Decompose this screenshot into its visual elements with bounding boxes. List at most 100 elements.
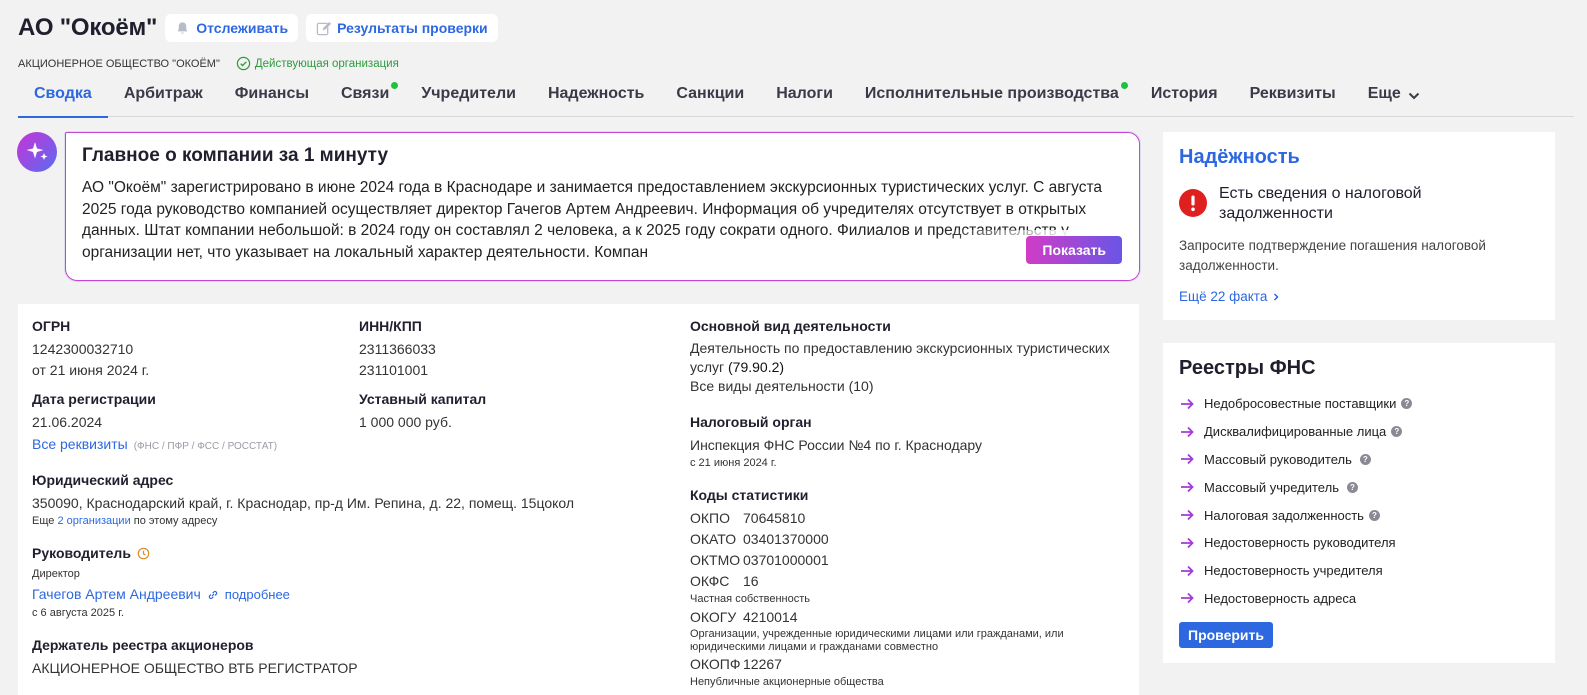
company-subheader: АКЦИОНЕРНОЕ ОБЩЕСТВО "ОКОЁМ" Действующая… [18,56,399,71]
help-icon[interactable]: ? [1368,509,1380,521]
bell-icon [177,21,188,34]
tax-office: Инспекция ФНС России №4 по г. Краснодару [690,437,983,453]
list-item: Недостоверность руководителя [1179,529,1539,557]
code-okato: ОКАТО 03401370000 [690,531,829,547]
tab-requisites[interactable]: Реквизиты [1234,80,1352,117]
tab-finance[interactable]: Финансы [219,80,325,117]
tab-summary[interactable]: Сводка [18,80,108,118]
help-icon[interactable]: ? [1346,481,1358,493]
check-circle-icon [236,56,251,71]
chevron-down-icon [1408,92,1419,100]
tab-enforcement[interactable]: Исполнительные производства [849,80,1135,117]
tab-history[interactable]: История [1135,80,1234,117]
head-row: Гачегов Артем Андреевич подробнее [32,584,290,605]
tab-connections-label: Связи [341,85,390,102]
all-requisites-link[interactable]: Все реквизиты [32,436,128,452]
help-icon[interactable]: ? [1359,453,1371,465]
address-value: 350090, Краснодарский край, г. Краснодар… [32,495,575,511]
head-name-link[interactable]: Гачегов Артем Андреевич [32,584,201,605]
help-icon[interactable]: ? [1391,426,1403,438]
show-more-button[interactable]: Показать [1026,236,1122,264]
warning-row: Есть сведения о налоговой задолженности [1179,184,1539,224]
tab-more[interactable]: Еще [1352,80,1437,117]
track-button-label: Отслеживать [196,20,289,36]
list-item: Недостоверность адреса [1179,585,1539,613]
all-requisites: Все реквизиты (ФНС / ПФР / ФСС / РОССТАТ) [32,434,277,457]
inn-value: 2311366033 [359,341,436,357]
warning-icon [1179,189,1207,217]
registry-label: Недостоверность учредителя [1204,563,1383,579]
activity-code: (79.90.2) [728,359,785,375]
track-button[interactable]: Отслеживать [165,14,299,42]
ai-avatar [17,132,57,172]
tab-taxes[interactable]: Налоги [760,80,849,117]
page-header: АО "Окоём" Отслеживать Результаты провер… [18,14,498,42]
arrow-right-icon [1181,482,1194,493]
link-icon [208,590,218,599]
inn-label: ИНН/КПП [359,318,422,334]
fns-registry-list: Недобросовестные поставщики? Дисквалифиц… [1179,390,1539,612]
arrow-right-icon [1181,509,1194,521]
list-item: Недобросовестные поставщики? [1179,390,1539,418]
arrow-right-icon [1181,426,1194,437]
clock-icon[interactable] [137,547,150,560]
code-okfs-desc: Частная собственность [690,593,811,605]
head-label: Руководитель [32,545,131,561]
status-badge: Действующая организация [236,56,399,71]
registrar-link[interactable]: АКЦИОНЕРНОЕ ОБЩЕСТВО ВТБ РЕГИСТРАТОР [32,658,358,679]
ai-summary-panel: Главное о компании за 1 минуту АО "Окоём… [65,132,1140,281]
list-item: Налоговая задолженность? [1179,501,1539,529]
head-more-link[interactable]: подробнее [225,584,290,605]
reliability-title[interactable]: Надёжность [1179,146,1539,169]
registry-label: Дисквалифицированные лица [1204,424,1387,440]
check-results-button[interactable]: Результаты проверки [306,14,498,42]
tab-reliability[interactable]: Надежность [532,80,660,117]
address-note-post: по этому адресу [133,515,218,527]
tab-connections[interactable]: Связи [325,80,405,117]
code-okogu-desc: Организации, учрежденные юридическими ли… [690,628,1064,653]
arrow-right-icon [1181,565,1194,576]
head-position: Директор [32,568,80,580]
registry-label: Налоговая задолженность [1204,507,1364,523]
requisites-sources: (ФНС / ПФР / ФСС / РОССТАТ) [133,441,278,452]
tab-arbitration[interactable]: Арбитраж [108,80,219,117]
list-item: Массовый учредитель? [1179,473,1539,501]
registry-label: Недобросовестные поставщики [1204,396,1397,412]
head-section: Руководитель [32,545,150,561]
list-item: Дисквалифицированные лица? [1179,418,1539,446]
check-results-label: Результаты проверки [337,20,488,36]
help-icon[interactable]: ? [1401,398,1413,410]
fns-registries-panel: Реестры ФНС Недобросовестные поставщики?… [1163,343,1555,663]
tab-founders[interactable]: Учредители [405,80,532,117]
arrow-right-icon [1181,537,1194,549]
all-activities-link[interactable]: Все виды деятельности (10) [690,376,874,397]
code-okopf: ОКОПФ 12267 [690,656,782,672]
code-okogu: ОКОГУ 4210014 [690,609,798,625]
reg-date-label: Дата регистрации [32,391,156,407]
tab-bar: Сводка Арбитраж Финансы Связи Учредители… [18,80,1574,118]
reliability-panel: Надёжность Есть сведения о налоговой зад… [1163,132,1555,320]
ogrn-value: 1242300032710 [32,341,134,357]
code-okfs: ОКФС 16 [690,573,759,589]
stat-codes: ОКПО 70645810 ОКАТО 03401370000 ОКТМО 03701… [690,508,1130,690]
fns-title: Реестры ФНС [1179,357,1316,379]
more-facts-link[interactable]: Ещё 22 факта [1179,289,1539,304]
activity-value: Деятельность по предоставлению экскурсио… [690,339,1130,377]
code-okopf-desc: Непубличные акционерные общества [690,676,884,688]
tax-label: Налоговый орган [690,414,812,430]
address-note: Еще 2 организации по этому адресу [32,514,217,529]
codes-label: Коды статистики [690,487,809,503]
address-label: Юридический адрес [32,472,174,488]
list-item: Массовый руководитель? [1179,446,1539,474]
tax-since: с 21 июня 2024 г. [690,457,777,469]
edit-icon [316,21,332,35]
check-button[interactable]: Проверить [1179,622,1273,649]
address-orgs-link[interactable]: 2 организации [57,515,130,527]
kpp-value: 231101001 [359,362,429,378]
chevron-right-icon [1274,292,1279,301]
tab-sanctions[interactable]: Санкции [660,80,760,117]
sparkle-icon [26,142,48,160]
capital-value: 1 000 000 руб. [359,414,452,430]
arrow-right-icon [1181,593,1194,604]
ogrn-date: от 21 июня 2024 г. [32,362,150,378]
